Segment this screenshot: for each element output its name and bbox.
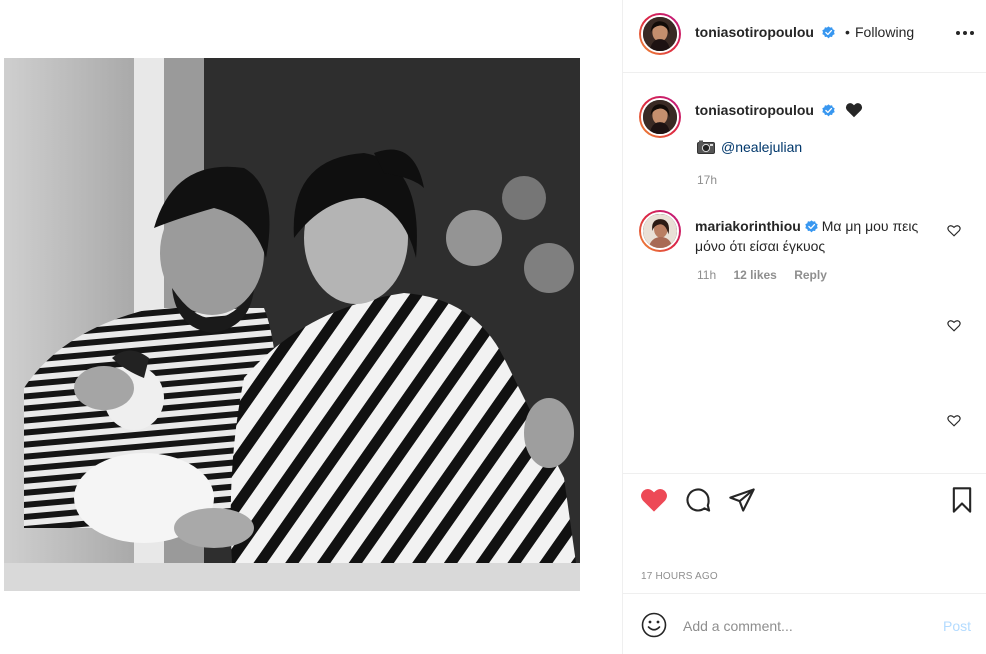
verified-badge-icon xyxy=(805,220,818,233)
author-avatar[interactable] xyxy=(639,13,681,55)
reply-button[interactable]: Reply xyxy=(794,268,827,282)
camera-emoji-icon xyxy=(697,140,715,154)
comment-input[interactable] xyxy=(683,614,923,638)
bookmark-icon[interactable] xyxy=(948,486,976,514)
separator-dot: • xyxy=(845,24,850,40)
comment-meta: 11h 12 likes Reply xyxy=(697,268,841,282)
post-side-panel: toniasotiropoulou • Following toniasotir… xyxy=(622,0,986,654)
comments-list: toniasotiropoulou @nealejulian 17h maria… xyxy=(623,73,986,473)
comment-icon[interactable] xyxy=(684,486,712,514)
emoji-icon[interactable] xyxy=(641,612,667,638)
verified-badge-icon xyxy=(822,104,835,117)
post-photo[interactable] xyxy=(4,58,580,591)
caption-timestamp[interactable]: 17h xyxy=(697,173,717,187)
black-heart-emoji-icon xyxy=(845,103,862,118)
more-options-icon[interactable] xyxy=(955,26,975,40)
verified-badge-icon xyxy=(822,26,835,39)
post-comment-button[interactable]: Post xyxy=(943,618,971,634)
caption-text: @nealejulian xyxy=(697,139,802,155)
share-icon[interactable] xyxy=(728,486,756,514)
caption-avatar[interactable] xyxy=(639,96,681,138)
post-header: toniasotiropoulou • Following xyxy=(623,0,986,73)
caption-username[interactable]: toniasotiropoulou xyxy=(695,102,863,118)
comment-likes[interactable]: 12 likes xyxy=(733,268,776,282)
caption-username-text[interactable]: toniasotiropoulou xyxy=(695,102,814,118)
comment-like-heart-icon[interactable] xyxy=(947,414,961,427)
comment-like-heart-icon[interactable] xyxy=(947,224,961,237)
commenter-username[interactable]: mariakorinthiou xyxy=(695,218,801,234)
following-button[interactable]: Following xyxy=(855,24,914,40)
post-media-pane xyxy=(0,0,622,654)
post-actions: 17 HOURS AGO xyxy=(623,473,986,593)
photo-image xyxy=(4,58,580,591)
post-timestamp[interactable]: 17 HOURS AGO xyxy=(641,571,718,582)
comment-body: mariakorinthiou Μα μη μου πεις μόνο ότι … xyxy=(695,216,945,256)
comment-like-heart-icon[interactable] xyxy=(947,319,961,332)
author-username[interactable]: toniasotiropoulou xyxy=(695,24,835,40)
comment-time[interactable]: 11h xyxy=(697,268,716,282)
heart-icon[interactable] xyxy=(640,486,668,514)
comment-composer: Post xyxy=(623,593,986,654)
author-username-text[interactable]: toniasotiropoulou xyxy=(695,24,814,40)
commenter-avatar[interactable] xyxy=(639,210,681,252)
caption-mention-link[interactable]: @nealejulian xyxy=(721,139,802,155)
